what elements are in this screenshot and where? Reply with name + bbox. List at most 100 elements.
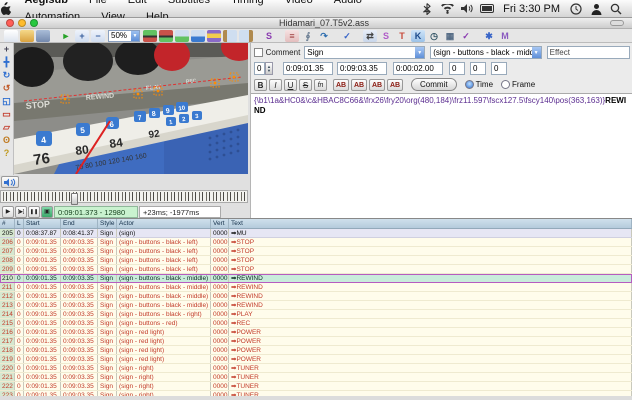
subtitle-row[interactable]: 213 0 0:09:01.35 0:09:03.35 Sign (sign -… bbox=[0, 301, 632, 310]
new-file-icon[interactable] bbox=[4, 30, 18, 42]
shift-frame-icon[interactable] bbox=[239, 30, 253, 42]
toolbar-toggle-button[interactable] bbox=[610, 20, 624, 26]
strikeout-button[interactable]: S bbox=[299, 79, 312, 91]
col-vert[interactable]: Vert bbox=[211, 219, 229, 228]
rotate-xy-icon[interactable]: ↺ bbox=[0, 82, 13, 95]
primary-color-button[interactable]: AB bbox=[333, 79, 349, 91]
clip-vector-icon[interactable]: ▱ bbox=[0, 121, 13, 134]
window-titlebar[interactable]: Hidamari_07.T5v2.ass bbox=[0, 18, 632, 29]
col-number[interactable]: # bbox=[0, 219, 15, 228]
jump-video-start-icon[interactable] bbox=[143, 30, 157, 42]
user-switch-icon[interactable] bbox=[588, 2, 604, 16]
comment-checkbox[interactable] bbox=[254, 48, 263, 57]
realtime-icon[interactable]: ʘ bbox=[0, 134, 13, 147]
subtitle-row[interactable]: 221 0 0:09:01.35 0:09:03.35 Sign (sign -… bbox=[0, 373, 632, 382]
menu-item[interactable]: Video bbox=[276, 0, 322, 6]
layer-stepper[interactable]: ▲▼ bbox=[265, 62, 273, 75]
font-button[interactable]: fn bbox=[314, 79, 327, 91]
margin-vert-field[interactable]: 0 bbox=[491, 62, 507, 75]
scale-mode-icon[interactable]: ◱ bbox=[0, 95, 13, 108]
effect-field[interactable]: Effect bbox=[547, 46, 630, 59]
menu-item[interactable]: Audio bbox=[325, 0, 371, 6]
zoom-window-button[interactable] bbox=[30, 19, 38, 27]
spotlight-icon[interactable] bbox=[608, 2, 624, 16]
col-start[interactable]: Start bbox=[24, 219, 61, 228]
about-icon[interactable]: M bbox=[498, 30, 512, 42]
secondary-color-button[interactable]: AB bbox=[351, 79, 367, 91]
drag-mode-icon[interactable]: ╋ bbox=[0, 56, 13, 69]
frame-radio[interactable]: Frame bbox=[501, 80, 535, 89]
toolbar-separator[interactable] bbox=[52, 30, 57, 42]
commit-button[interactable]: Commit bbox=[411, 78, 457, 91]
menu-item[interactable]: Edit bbox=[119, 0, 156, 6]
video-seek-bar[interactable] bbox=[0, 190, 248, 203]
actor-select[interactable]: (sign - buttons - black - middle ▼ bbox=[430, 46, 541, 59]
subtitle-row[interactable]: 205 0 0:08:37.87 0:08:41.37 Sign (sign) … bbox=[0, 229, 632, 238]
grid-header[interactable]: # L Start End Style Actor Vert Text bbox=[0, 219, 632, 229]
col-style[interactable]: Style bbox=[98, 219, 117, 228]
spell-checker-icon[interactable]: ✓ bbox=[459, 30, 473, 42]
jump-video-end-icon[interactable] bbox=[159, 30, 173, 42]
zoom-select[interactable]: 50% ▼ bbox=[108, 30, 140, 42]
options-icon[interactable]: ✱ bbox=[482, 30, 496, 42]
display-icon[interactable] bbox=[479, 2, 495, 16]
subtitle-row[interactable]: 209 0 0:09:01.35 0:09:03.35 Sign (sign -… bbox=[0, 265, 632, 274]
menu-item[interactable]: File bbox=[80, 0, 116, 6]
menu-item[interactable]: Subtitles bbox=[159, 0, 219, 6]
col-text[interactable]: Text bbox=[229, 219, 632, 228]
col-end[interactable]: End bbox=[61, 219, 98, 228]
style-select[interactable]: Sign ▼ bbox=[304, 46, 425, 59]
subtitle-row[interactable]: 211 0 0:09:01.35 0:09:03.35 Sign (sign -… bbox=[0, 283, 632, 292]
bold-button[interactable]: B bbox=[254, 79, 267, 91]
subtitle-row[interactable]: 215 0 0:09:01.35 0:09:03.35 Sign (sign -… bbox=[0, 319, 632, 328]
open-file-icon[interactable] bbox=[20, 30, 34, 42]
subtitle-row[interactable]: 222 0 0:09:01.35 0:09:03.35 Sign (sign -… bbox=[0, 382, 632, 391]
wifi-icon[interactable] bbox=[439, 2, 455, 16]
layer-field[interactable]: 0 bbox=[254, 62, 265, 75]
minimize-window-button[interactable] bbox=[18, 19, 26, 27]
time-machine-icon[interactable] bbox=[568, 2, 584, 16]
seek-thumb[interactable] bbox=[71, 193, 78, 205]
subtitle-row[interactable]: 217 0 0:09:01.35 0:09:03.35 Sign (sign -… bbox=[0, 337, 632, 346]
col-layer[interactable]: L bbox=[15, 219, 24, 228]
underline-button[interactable]: U bbox=[284, 79, 297, 91]
toolbar-separator[interactable] bbox=[356, 30, 361, 42]
subtitle-row[interactable]: 206 0 0:09:01.35 0:09:03.35 Sign (sign -… bbox=[0, 238, 632, 247]
subtitle-row[interactable]: 210 0 0:09:01.35 0:09:03.35 Sign (sign -… bbox=[0, 274, 632, 283]
subtitle-row[interactable]: 212 0 0:09:01.35 0:09:03.35 Sign (sign -… bbox=[0, 292, 632, 301]
help-icon[interactable]: ? bbox=[0, 147, 13, 160]
standard-mode-icon[interactable]: + bbox=[0, 43, 13, 56]
zoom-out-icon[interactable]: − bbox=[91, 30, 105, 42]
automation-icon[interactable]: ✓ bbox=[340, 30, 354, 42]
menu-item[interactable]: Timing bbox=[222, 0, 273, 6]
margin-left-field[interactable]: 0 bbox=[449, 62, 465, 75]
clip-rect-icon[interactable]: ▭ bbox=[0, 108, 13, 121]
toolbar-separator[interactable] bbox=[333, 30, 338, 42]
video-display[interactable]: STOP REWIND PLAY REC 76 80 84 92 4 5 6 7… bbox=[14, 43, 248, 174]
translation-assistant-icon[interactable]: T bbox=[395, 30, 409, 42]
subtitle-row[interactable]: 218 0 0:09:01.35 0:09:03.35 Sign (sign -… bbox=[0, 346, 632, 355]
timing-postprocessor-icon[interactable]: ◷ bbox=[427, 30, 441, 42]
apple-menu-icon[interactable] bbox=[0, 2, 16, 15]
subtitle-row[interactable]: 208 0 0:09:01.35 0:09:03.35 Sign (sign -… bbox=[0, 256, 632, 265]
toolbar-separator[interactable] bbox=[278, 30, 283, 42]
outline-color-button[interactable]: AB bbox=[369, 79, 385, 91]
start-time-field[interactable]: 0:09:01.35 bbox=[283, 62, 333, 75]
audio-mode-button[interactable] bbox=[1, 176, 19, 188]
subtitle-row[interactable]: 214 0 0:09:01.35 0:09:03.35 Sign (sign -… bbox=[0, 310, 632, 319]
play-button[interactable]: ▶ bbox=[2, 206, 14, 218]
shadow-color-button[interactable]: AB bbox=[387, 79, 403, 91]
fonts-collector-icon[interactable]: ↷ bbox=[317, 30, 331, 42]
play-line-button[interactable]: [▶] bbox=[15, 206, 27, 218]
rotate-z-icon[interactable]: ↻ bbox=[0, 69, 13, 82]
attachments-icon[interactable]: ∮ bbox=[301, 30, 315, 42]
styles-manager-icon[interactable]: S bbox=[262, 30, 276, 42]
col-actor[interactable]: Actor bbox=[117, 219, 211, 228]
subtitle-row[interactable]: 207 0 0:09:01.35 0:09:03.35 Sign (sign -… bbox=[0, 247, 632, 256]
duration-field[interactable]: 0:00:02.00 bbox=[393, 62, 443, 75]
bluetooth-icon[interactable] bbox=[419, 2, 435, 16]
shift-times-icon[interactable]: ⇄ bbox=[363, 30, 377, 42]
italic-button[interactable]: I bbox=[269, 79, 282, 91]
time-radio[interactable]: Time bbox=[465, 80, 493, 89]
select-visible-icon[interactable] bbox=[207, 30, 221, 42]
